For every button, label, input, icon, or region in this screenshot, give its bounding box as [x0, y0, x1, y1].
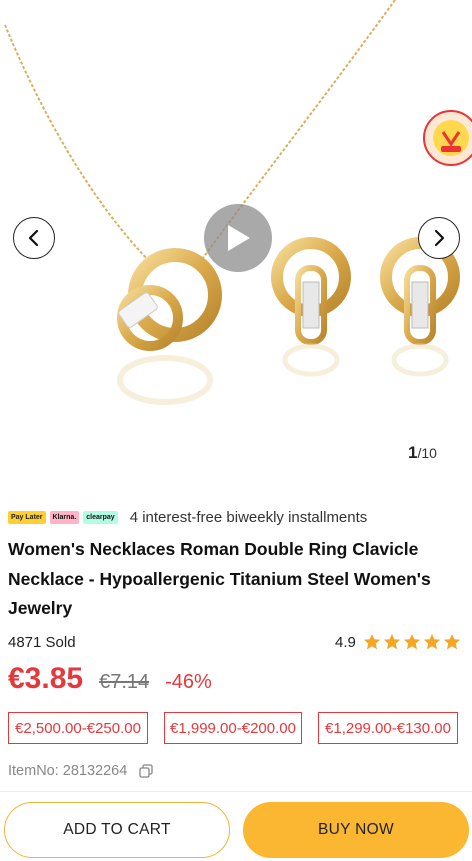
coupon-tier[interactable]: €1,299.00-€130.00 — [318, 712, 458, 744]
installment-row[interactable]: Pay Later Klarna. clearpay 4 interest-fr… — [8, 507, 367, 527]
coupon-tiers: €2,500.00-€250.00 €1,999.00-€200.00 €1,2… — [8, 712, 458, 744]
item-number: ItemNo: 28132264 — [8, 763, 153, 779]
promo-badge-logo — [433, 120, 469, 156]
product-gallery[interactable]: 1/10 — [0, 0, 472, 475]
star-icon — [403, 634, 420, 650]
discount-badge: -46% — [165, 671, 212, 693]
price-row: €3.85 €7.14 -46% — [8, 662, 212, 696]
star-icon — [363, 634, 380, 650]
previous-image-button[interactable] — [13, 217, 55, 259]
bottom-action-bar: ADD TO CART BUY NOW — [0, 791, 472, 861]
coupon-tier[interactable]: €1,999.00-€200.00 — [164, 712, 302, 744]
rating-value: 4.9 — [335, 633, 356, 651]
clearpay-logo: clearpay — [83, 510, 118, 524]
current-price: €3.85 — [8, 662, 84, 695]
next-image-button[interactable] — [418, 217, 460, 259]
paylater-logo: Pay Later — [8, 510, 46, 524]
klarna-logo: Klarna. — [49, 510, 80, 524]
image-counter-total: /10 — [417, 445, 437, 461]
play-icon — [228, 225, 250, 251]
installment-text: 4 interest-free biweekly installments — [129, 508, 368, 526]
promo-badge[interactable] — [423, 110, 472, 166]
item-number-text: ItemNo: 28132264 — [8, 763, 128, 779]
star-icon — [443, 634, 460, 650]
sold-count: 4871 Sold — [8, 634, 76, 651]
copy-icon[interactable] — [139, 764, 153, 778]
coupon-tier[interactable]: €2,500.00-€250.00 — [8, 712, 148, 744]
product-title: Women's Necklaces Roman Double Ring Clav… — [8, 539, 431, 618]
play-video-button[interactable] — [204, 204, 272, 272]
original-price: €7.14 — [99, 671, 150, 693]
star-icon — [383, 634, 400, 650]
chevron-right-icon — [434, 229, 445, 247]
rating[interactable]: 4.9 — [335, 633, 463, 651]
buy-now-button[interactable]: BUY NOW — [243, 802, 469, 858]
chevron-left-icon — [28, 229, 39, 247]
add-to-cart-button[interactable]: ADD TO CART — [4, 802, 230, 858]
image-counter: 1/10 — [408, 443, 437, 463]
rating-stars — [363, 633, 463, 651]
star-icon — [423, 634, 440, 650]
